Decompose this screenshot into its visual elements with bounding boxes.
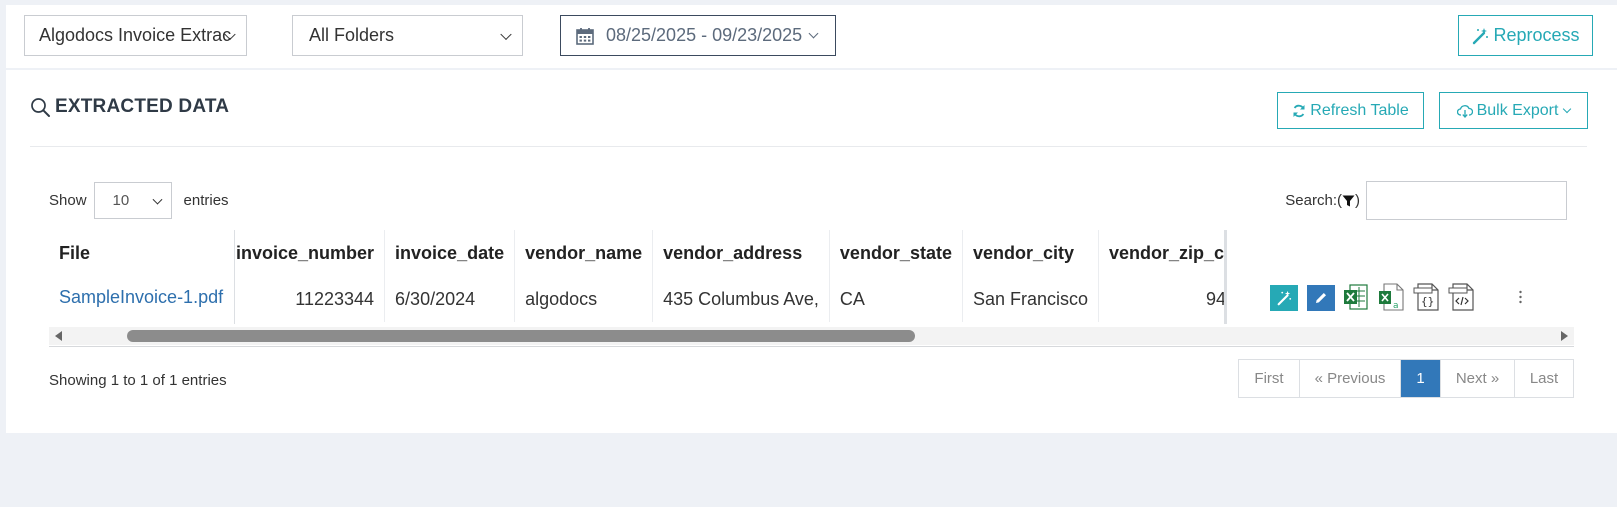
cell-vendor-address: 435 Columbus Ave,: [652, 276, 830, 322]
search-label-end: ): [1355, 192, 1360, 209]
page-length-select[interactable]: 10: [93, 182, 172, 219]
horizontal-scrollbar[interactable]: [49, 327, 1574, 345]
cell-invoice-date: 6/30/2024: [384, 276, 516, 322]
xml-file-icon: [1448, 283, 1474, 311]
column-header-vendor-state[interactable]: vendor_state: [829, 230, 963, 276]
show-label: Show: [49, 192, 87, 209]
filter-icon[interactable]: [1342, 195, 1355, 207]
folder-select[interactable]: All Folders: [292, 15, 523, 56]
edit-row-button[interactable]: [1307, 285, 1335, 311]
refresh-table-button[interactable]: Refresh Table: [1277, 92, 1424, 129]
cell-vendor-city: San Francisco: [962, 276, 1100, 322]
export-excel-button[interactable]: [1342, 282, 1370, 316]
excel-icon: [1344, 284, 1368, 310]
search-label: Search:(: [1285, 192, 1342, 209]
filter-bar: Algodocs Invoice Extrac All Folders 08/2…: [6, 5, 1617, 68]
column-header-vendor-address[interactable]: vendor_address: [652, 230, 830, 276]
table-search: Search:( ): [1285, 181, 1567, 220]
file-link[interactable]: SampleInvoice-1.pdf: [59, 287, 223, 308]
xls-icon: a: [1379, 283, 1404, 311]
chevron-down-icon: [808, 28, 819, 38]
table-info: Showing 1 to 1 of 1 entries: [49, 372, 227, 389]
table-row: 11223344 6/30/2024 algodocs 435 Columbus…: [226, 276, 1268, 322]
extracted-data-panel: EXTRACTED DATA Refresh Table Bulk Export…: [6, 70, 1617, 433]
column-header-file[interactable]: File: [59, 243, 90, 264]
search-icon: [31, 97, 50, 117]
reprocess-button[interactable]: Reprocess: [1458, 15, 1593, 56]
export-xml-button[interactable]: [1448, 282, 1476, 316]
pager-next[interactable]: Next »: [1441, 360, 1515, 397]
panel-title: EXTRACTED DATA: [30, 96, 229, 118]
data-table-scroll-body: invoice_number invoice_date vendor_name …: [226, 230, 1268, 322]
actions-column: a {}: [1224, 230, 1529, 324]
calendar-icon: [576, 27, 594, 45]
scroll-left-icon[interactable]: [55, 331, 62, 341]
reprocess-row-button[interactable]: [1270, 285, 1298, 311]
chevron-down-icon: [152, 194, 162, 205]
bulk-export-button[interactable]: Bulk Export: [1439, 92, 1588, 129]
reprocess-label: Reprocess: [1493, 25, 1580, 45]
json-file-icon: {}: [1413, 283, 1439, 311]
folder-select-value: All Folders: [309, 25, 395, 45]
table-bottom-border: [49, 346, 1574, 347]
page-length-value: 10: [112, 192, 130, 209]
template-select[interactable]: Algodocs Invoice Extrac: [24, 15, 247, 56]
more-icon[interactable]: [1519, 290, 1522, 304]
scroll-right-icon[interactable]: [1561, 331, 1568, 341]
cell-vendor-state: CA: [829, 276, 963, 322]
cell-vendor-name: algodocs: [514, 276, 654, 322]
entries-label: entries: [183, 192, 229, 209]
refresh-table-label: Refresh Table: [1310, 101, 1409, 119]
pager-first[interactable]: First: [1239, 360, 1300, 397]
export-json-button[interactable]: {}: [1413, 282, 1441, 316]
table-header-row: invoice_number invoice_date vendor_name …: [226, 230, 1268, 276]
date-range-picker[interactable]: 08/25/2025 - 09/23/2025: [560, 15, 836, 56]
chevron-down-icon: [500, 28, 512, 40]
pager-previous[interactable]: « Previous: [1300, 360, 1401, 397]
pagination: First « Previous 1 Next » Last: [1238, 359, 1574, 398]
pager-current-page[interactable]: 1: [1401, 360, 1441, 397]
column-header-invoice-date[interactable]: invoice_date: [384, 230, 516, 276]
scrollbar-thumb[interactable]: [127, 330, 915, 342]
data-table: invoice_number invoice_date vendor_name …: [49, 230, 1574, 324]
column-header-vendor-name[interactable]: vendor_name: [514, 230, 654, 276]
magic-wand-icon: [1277, 290, 1292, 306]
magic-wand-icon: [1473, 27, 1489, 44]
pager-last[interactable]: Last: [1515, 360, 1573, 397]
cloud-download-icon: [1456, 104, 1473, 118]
column-header-invoice-number[interactable]: invoice_number: [226, 230, 386, 276]
date-range-value: 08/25/2025 - 09/23/2025: [606, 25, 803, 45]
page-length-control: Show 10 entries: [49, 182, 229, 219]
cell-invoice-number: 11223344: [226, 276, 386, 322]
svg-text:{}: {}: [1421, 295, 1434, 308]
svg-text:a: a: [1393, 301, 1399, 311]
chevron-down-icon: [1563, 104, 1572, 113]
search-input[interactable]: [1366, 181, 1567, 220]
column-header-vendor-city[interactable]: vendor_city: [962, 230, 1100, 276]
export-xls-button[interactable]: a: [1377, 282, 1405, 316]
panel-divider: [30, 146, 1587, 147]
template-select-value: Algodocs Invoice Extrac: [39, 25, 232, 45]
file-column: File SampleInvoice-1.pdf: [49, 230, 235, 324]
pencil-icon: [1316, 293, 1326, 303]
bulk-export-label: Bulk Export: [1476, 101, 1559, 119]
refresh-icon: [1293, 104, 1305, 117]
panel-title-text: EXTRACTED DATA: [55, 96, 230, 117]
